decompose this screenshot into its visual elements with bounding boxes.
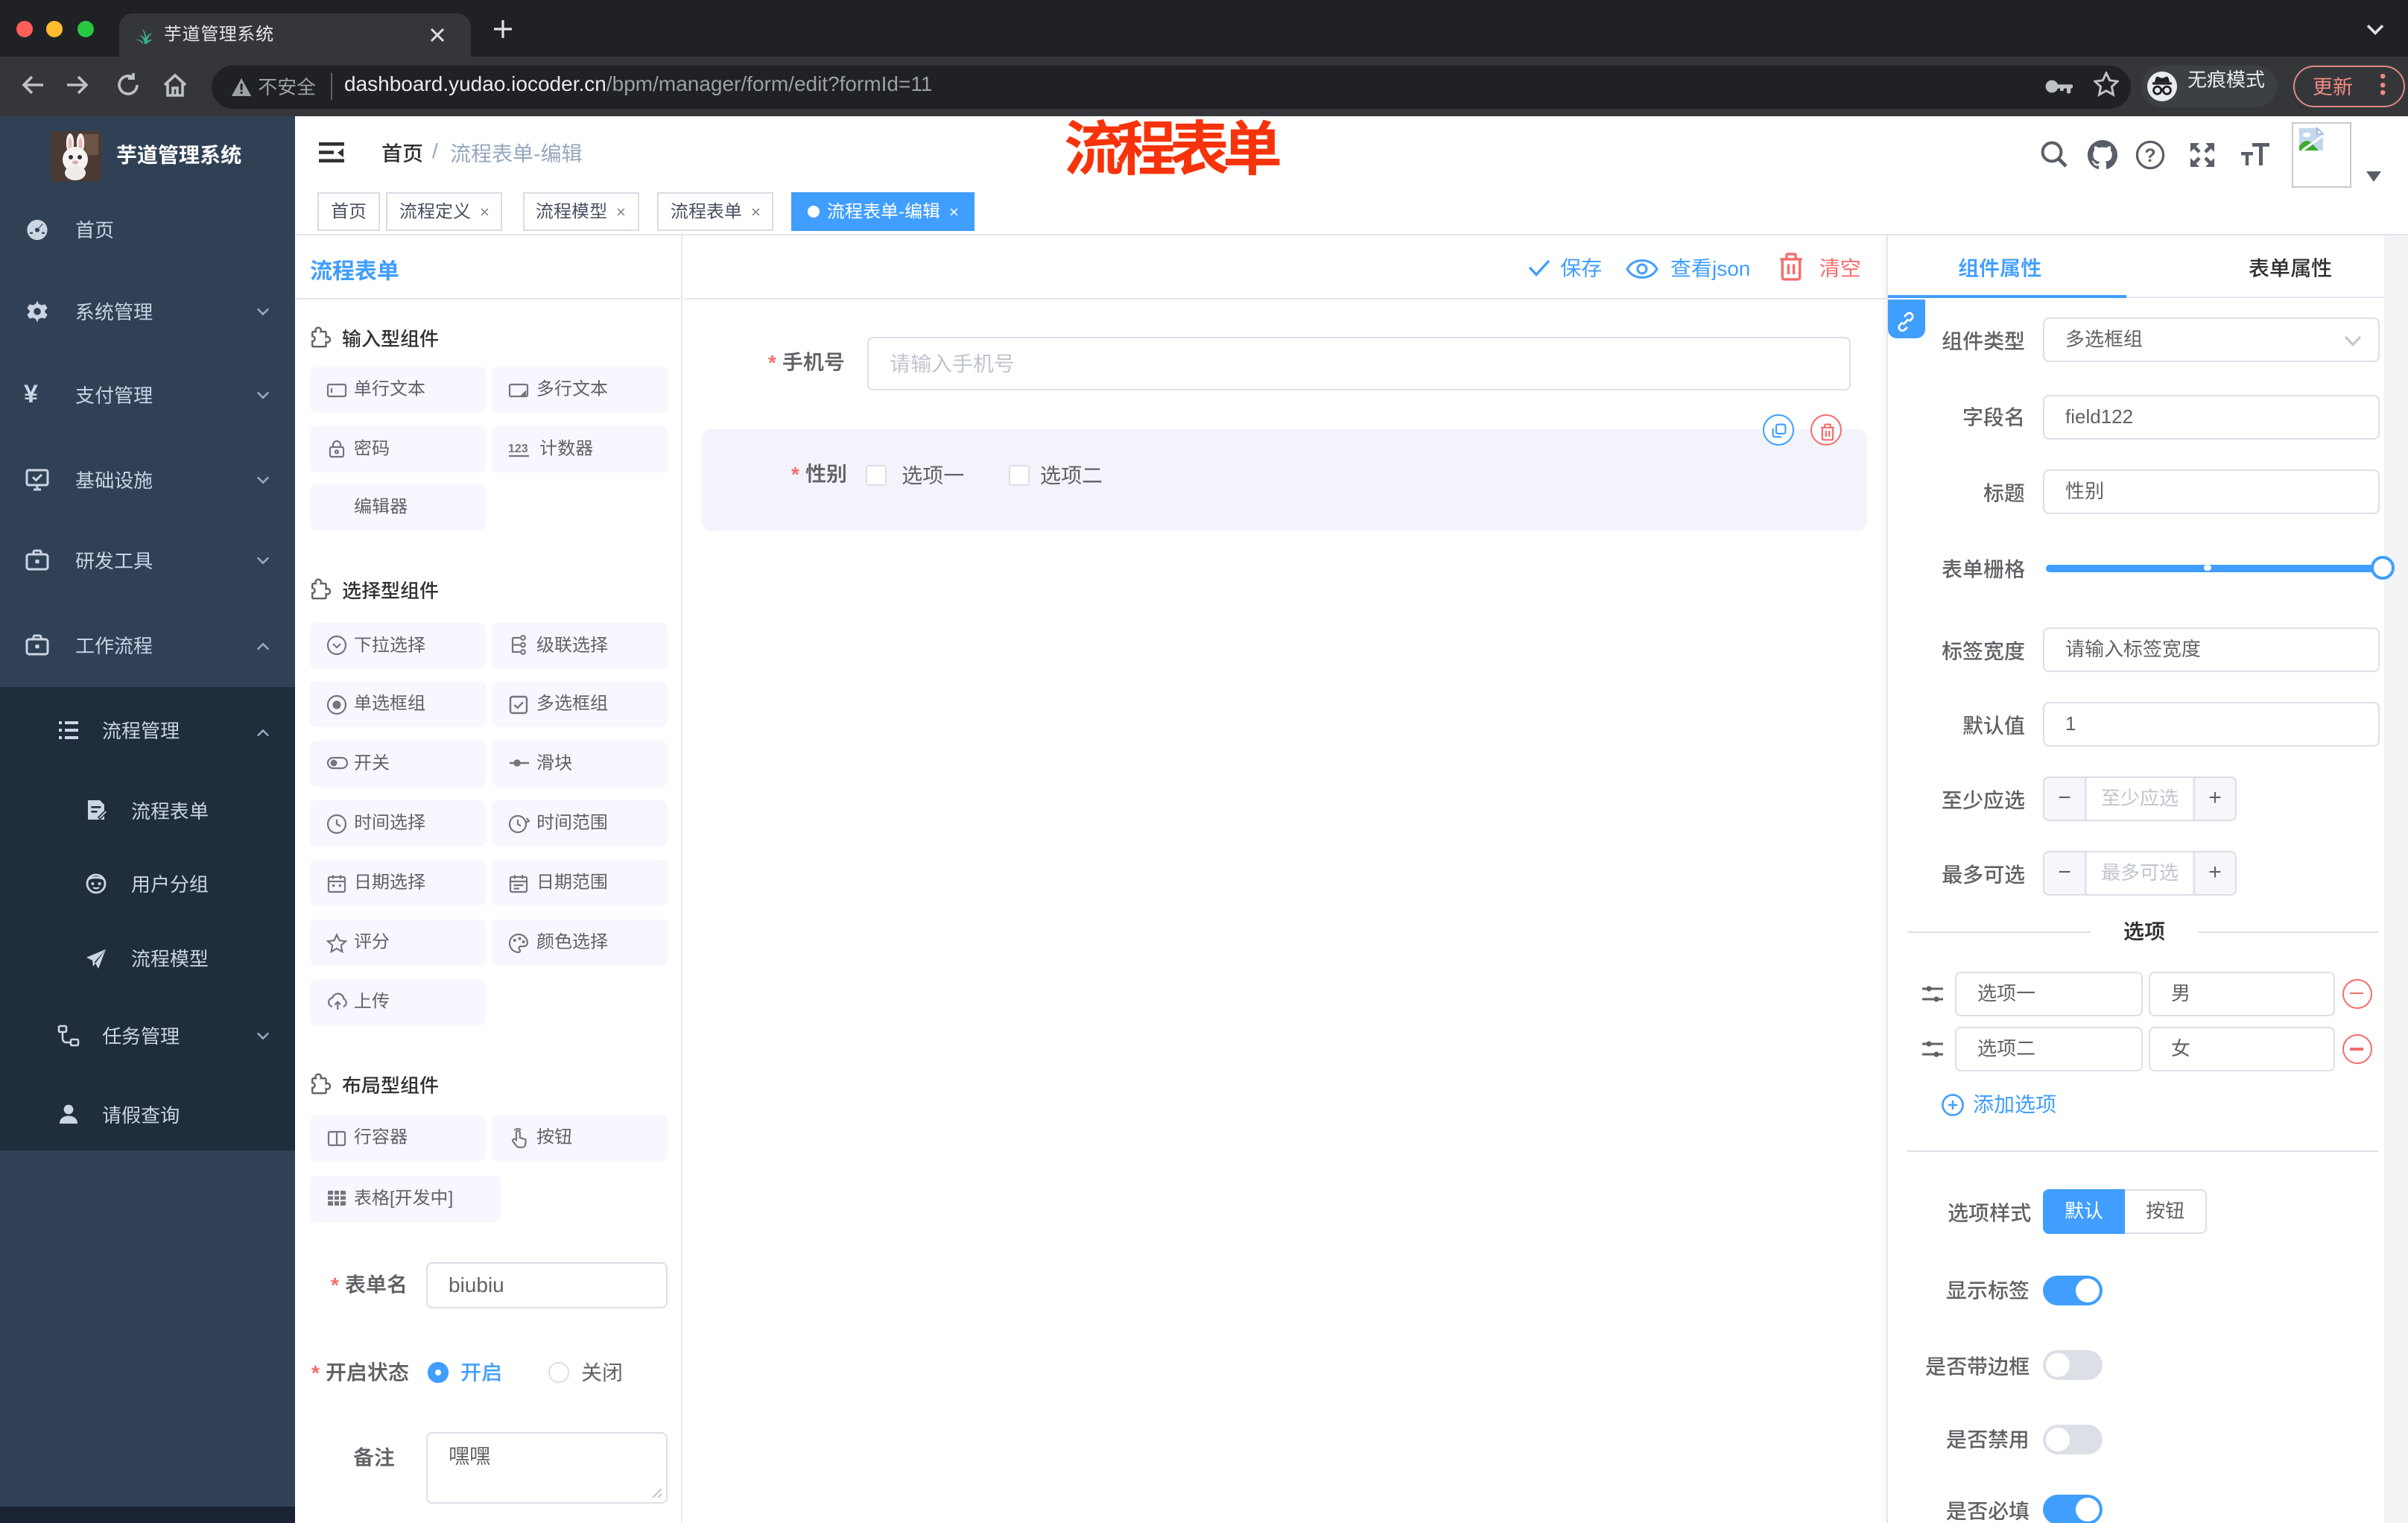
- svg-text:?: ?: [2144, 145, 2155, 165]
- svg-text:123: 123: [508, 443, 528, 455]
